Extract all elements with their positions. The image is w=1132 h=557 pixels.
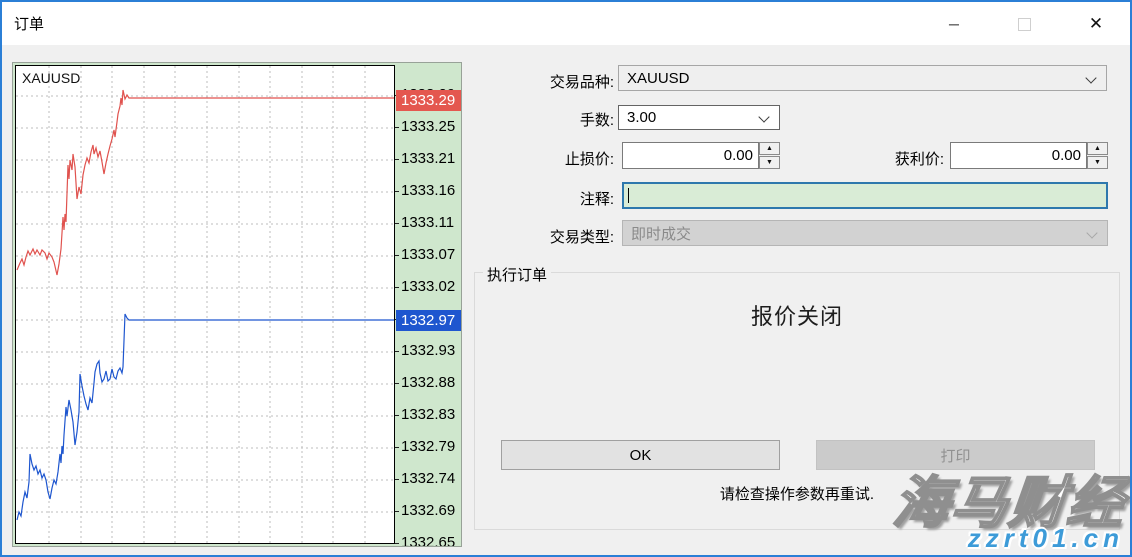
take-profit-input[interactable]: 0.00 (950, 142, 1087, 169)
bid-line (17, 314, 394, 520)
stop-loss-label: 止损价: (462, 148, 614, 169)
comment-label: 注释: (462, 188, 614, 209)
stop-loss-decrement-button[interactable]: ▼ (759, 156, 780, 169)
stop-loss-input[interactable]: 0.00 (622, 142, 759, 169)
price-scale-tick (395, 543, 399, 544)
price-scale-label: 1333.02 (401, 278, 455, 296)
take-profit-label: 获利价: (792, 148, 944, 169)
price-scale-label: 1332.69 (401, 502, 455, 520)
quotes-closed-message: 报价关闭 (475, 299, 1119, 331)
ok-button[interactable]: OK (501, 440, 780, 470)
trade-type-label: 交易类型: (462, 226, 614, 247)
ask-line (17, 90, 394, 275)
price-scale-tick (395, 255, 399, 256)
maximize-icon (1018, 18, 1031, 31)
price-scale-label: 1332.65 (401, 534, 455, 547)
trade-type-value: 即时成交 (631, 223, 691, 244)
price-scale-tick (395, 127, 399, 128)
symbol-label: 交易品种: (462, 71, 614, 92)
arrow-down-icon: ▼ (766, 159, 773, 166)
minimize-button[interactable]: ─ (938, 8, 970, 40)
volume-label: 手数: (462, 109, 614, 130)
chevron-down-icon (1085, 72, 1096, 83)
symbol-combobox[interactable]: XAUUSD (618, 65, 1107, 91)
watermark-site: zzrt01.cn (968, 523, 1124, 554)
price-scale-tick (395, 415, 399, 416)
price-scale-tick (395, 287, 399, 288)
stop-loss-spinbox: 0.00 ▲ ▼ (622, 142, 780, 169)
symbol-value: XAUUSD (627, 70, 690, 87)
price-scale-tick (395, 351, 399, 352)
window-title: 订单 (14, 13, 44, 34)
maximize-button[interactable] (1008, 8, 1040, 40)
price-scale-tick (395, 447, 399, 448)
ask-price-tag: 1333.29 (396, 90, 462, 111)
price-scale-tick (395, 383, 399, 384)
trade-type-combobox: 即时成交 (622, 220, 1108, 246)
take-profit-increment-button[interactable]: ▲ (1087, 142, 1108, 155)
price-scale-label: 1332.83 (401, 406, 455, 424)
price-scale-label: 1332.74 (401, 470, 455, 488)
close-button[interactable]: ✕ (1080, 8, 1112, 40)
take-profit-spinbox: 0.00 ▲ ▼ (950, 142, 1108, 169)
price-scale-label: 1333.07 (401, 246, 455, 264)
bid-price-tag: 1332.97 (396, 310, 462, 331)
price-scale-tick (395, 479, 399, 480)
order-dialog-window: 订单 ─ ✕ XAUUSD 1333.29 1333.25 1333.21 1333.… (0, 0, 1132, 557)
stop-loss-increment-button[interactable]: ▲ (759, 142, 780, 155)
arrow-up-icon: ▲ (766, 145, 773, 152)
price-scale-label: 1333.11 (401, 214, 454, 232)
chart-symbol-label: XAUUSD (22, 70, 80, 86)
price-scale-tick (395, 223, 399, 224)
groupbox-title: 执行订单 (483, 264, 551, 285)
volume-value: 3.00 (627, 109, 656, 126)
price-scale-label: 1333.21 (401, 150, 455, 168)
volume-combobox[interactable]: 3.00 (618, 105, 780, 130)
tick-chart-svg (16, 66, 394, 543)
price-scale-label: 1333.16 (401, 182, 455, 200)
price-scale-tick (395, 191, 399, 192)
text-caret (628, 188, 629, 203)
tick-chart-plot: XAUUSD (15, 65, 395, 544)
price-scale-label: 1332.93 (401, 342, 455, 360)
titlebar: 订单 ─ ✕ (2, 2, 1130, 45)
arrow-up-icon: ▲ (1094, 145, 1101, 152)
arrow-down-icon: ▼ (1094, 159, 1101, 166)
minimize-icon: ─ (949, 16, 959, 32)
chevron-down-icon (758, 111, 769, 122)
price-scale-tick (395, 511, 399, 512)
price-scale-label: 1332.88 (401, 374, 455, 392)
price-scale-label: 1333.25 (401, 118, 455, 136)
tick-chart-panel: XAUUSD 1333.29 1333.25 1333.21 1333.16 1333.… (12, 62, 462, 547)
close-icon: ✕ (1089, 14, 1103, 34)
comment-input[interactable] (622, 182, 1108, 209)
chevron-down-icon (1086, 227, 1097, 238)
price-scale-tick (395, 159, 399, 160)
price-scale-label: 1332.79 (401, 438, 455, 456)
take-profit-decrement-button[interactable]: ▼ (1087, 156, 1108, 169)
